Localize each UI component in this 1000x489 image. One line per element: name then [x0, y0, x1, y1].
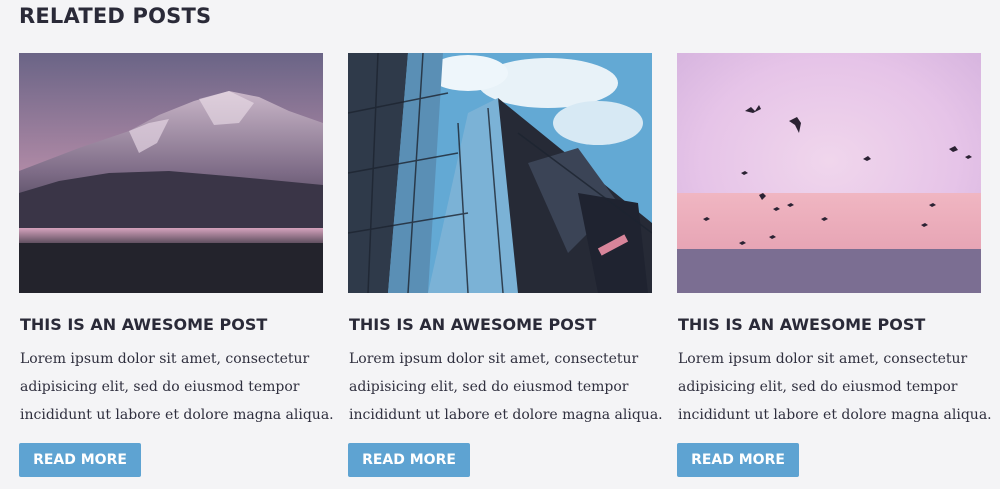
post-excerpt: Lorem ipsum dolor sit amet, consectetur …	[678, 345, 992, 429]
excerpt-line: Lorem ipsum dolor sit amet, consectetur	[678, 351, 968, 367]
excerpt-line: Lorem ipsum dolor sit amet, consectetur	[20, 351, 310, 367]
excerpt-line: adipisicing elit, sed do eiusmod tempor	[678, 379, 958, 395]
excerpt-line: adipisicing elit, sed do eiusmod tempor	[349, 379, 629, 395]
excerpt-line: incididunt ut labore et dolore magna ali…	[20, 407, 334, 423]
post-title[interactable]: THIS IS AN AWESOME POST	[20, 315, 267, 334]
post-title[interactable]: THIS IS AN AWESOME POST	[678, 315, 925, 334]
post-image-skyscraper[interactable]	[348, 53, 652, 293]
read-more-button[interactable]: READ MORE	[348, 443, 470, 477]
read-more-button[interactable]: READ MORE	[677, 443, 799, 477]
post-excerpt: Lorem ipsum dolor sit amet, consectetur …	[20, 345, 334, 429]
post-image-mountain[interactable]	[19, 53, 323, 293]
post-card: THIS IS AN AWESOME POST Lorem ipsum dolo…	[348, 53, 663, 477]
excerpt-line: incididunt ut labore et dolore magna ali…	[678, 407, 992, 423]
excerpt-line: adipisicing elit, sed do eiusmod tempor	[20, 379, 300, 395]
excerpt-line: incididunt ut labore et dolore magna ali…	[349, 407, 663, 423]
excerpt-line: Lorem ipsum dolor sit amet, consectetur	[349, 351, 639, 367]
read-more-button[interactable]: READ MORE	[19, 443, 141, 477]
post-excerpt: Lorem ipsum dolor sit amet, consectetur …	[349, 345, 663, 429]
post-card: THIS IS AN AWESOME POST Lorem ipsum dolo…	[677, 53, 992, 477]
post-card: THIS IS AN AWESOME POST Lorem ipsum dolo…	[19, 53, 334, 477]
post-title[interactable]: THIS IS AN AWESOME POST	[349, 315, 596, 334]
section-title: RELATED POSTS	[19, 4, 212, 28]
post-image-birds[interactable]	[677, 53, 981, 293]
